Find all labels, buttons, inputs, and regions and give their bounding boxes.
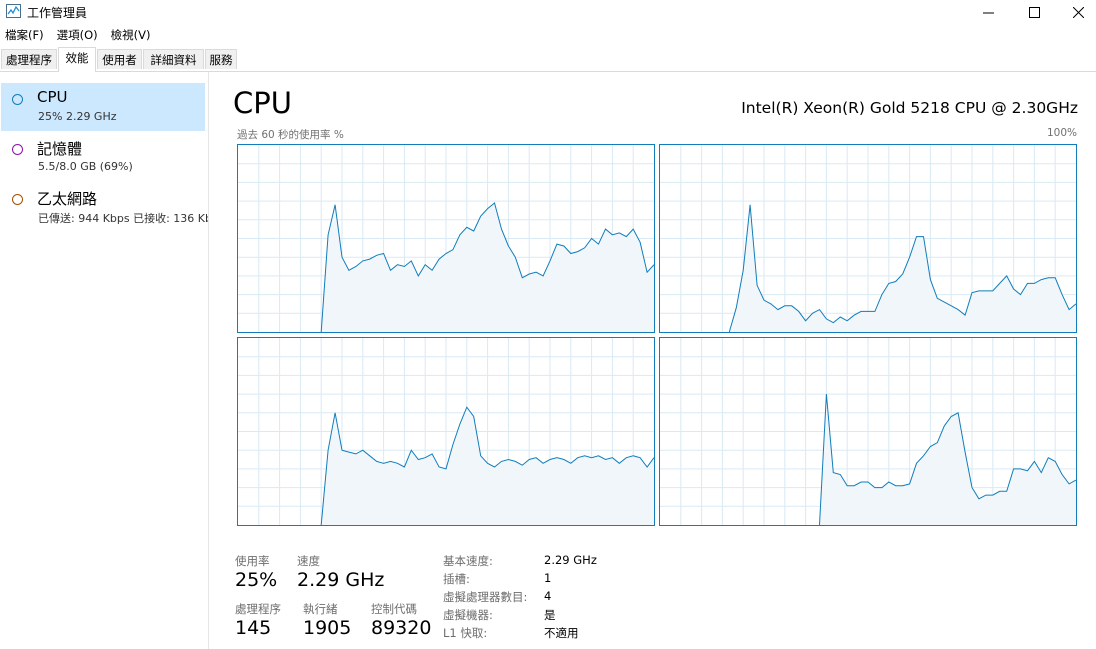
graph-caption: 過去 60 秒的使用率 % <box>237 129 344 141</box>
menu-file[interactable]: 檔案(F) <box>0 25 52 45</box>
menu-bar: 檔案(F) 選項(O) 檢視(V) <box>0 25 158 45</box>
sidebar-item-title: CPU <box>37 88 68 106</box>
info-value-virtual-processors: 4 <box>544 589 552 603</box>
cpu-graph-2 <box>237 337 655 526</box>
task-manager-icon <box>6 4 21 18</box>
sidebar-item-subtitle: 已傳送: 944 Kbps 已接收: 136 Kbps <box>38 212 208 225</box>
menu-view[interactable]: 檢視(V) <box>106 25 159 45</box>
info-value-base-speed: 2.29 GHz <box>544 553 597 567</box>
threads-value: 1905 <box>303 617 352 639</box>
info-label-l1-cache: L1 快取: <box>443 626 488 640</box>
tab-users[interactable]: 使用者 <box>97 49 142 69</box>
cpu-graph-3 <box>659 337 1077 526</box>
resource-sidebar: CPU 25% 2.29 GHz 記憶體 5.5/8.0 GB (69%) 乙太… <box>0 72 209 649</box>
sidebar-item-title: 乙太網路 <box>37 190 98 208</box>
tab-details[interactable]: 詳細資料 <box>143 49 204 69</box>
page-title: CPU <box>233 86 292 120</box>
cpu-usage-area <box>819 394 1076 525</box>
info-value-l1-cache: 不適用 <box>544 626 579 640</box>
tab-processes[interactable]: 處理程序 <box>1 49 57 69</box>
cpu-graph-0-svg <box>238 145 654 332</box>
ethernet-indicator-icon <box>12 194 23 205</box>
info-label-virtual-machine: 虛擬機器: <box>443 608 493 622</box>
info-value-sockets: 1 <box>544 571 552 585</box>
info-label-base-speed: 基本速度: <box>443 554 493 568</box>
maximize-button[interactable] <box>1012 0 1056 24</box>
maximize-icon <box>1028 6 1040 18</box>
cpu-graph-2-svg <box>238 338 654 525</box>
info-label-virtual-processors: 虛擬處理器數目: <box>443 590 528 604</box>
cpu-graph-3-svg <box>660 338 1076 525</box>
window-title: 工作管理員 <box>27 6 88 20</box>
sidebar-item-memory[interactable]: 記憶體 5.5/8.0 GB (69%) <box>1 133 205 181</box>
sidebar-item-cpu[interactable]: CPU 25% 2.29 GHz <box>1 83 205 131</box>
handles-value: 89320 <box>371 617 432 639</box>
sidebar-item-subtitle: 5.5/8.0 GB (69%) <box>38 160 133 173</box>
cpu-usage-area <box>729 204 1076 332</box>
tab-performance[interactable]: 效能 <box>58 47 96 72</box>
handles-label: 控制代碼 <box>371 602 417 616</box>
close-button[interactable] <box>1056 0 1096 24</box>
title-bar: 工作管理員 <box>0 0 1096 24</box>
info-value-virtual-machine: 是 <box>544 608 556 622</box>
sidebar-item-subtitle: 25% 2.29 GHz <box>38 110 117 123</box>
minimize-icon <box>982 12 994 13</box>
close-icon <box>1072 6 1084 18</box>
tab-services[interactable]: 服務 <box>205 49 237 69</box>
processes-label: 處理程序 <box>235 602 281 616</box>
threads-label: 執行緒 <box>303 602 338 616</box>
cpu-usage-area <box>321 203 654 332</box>
speed-label: 速度 <box>297 554 320 568</box>
cpu-indicator-icon <box>12 94 23 105</box>
processes-value: 145 <box>235 617 272 639</box>
cpu-graph-1 <box>659 144 1077 333</box>
memory-indicator-icon <box>12 144 23 155</box>
menu-options[interactable]: 選項(O) <box>52 25 106 45</box>
info-label-sockets: 插槽: <box>443 572 470 586</box>
tab-bar: 處理程序 效能 使用者 詳細資料 服務 <box>0 47 1096 72</box>
graph-max-label: 100% <box>1046 127 1077 139</box>
speed-value: 2.29 GHz <box>297 569 385 591</box>
sidebar-item-title: 記憶體 <box>37 140 83 158</box>
cpu-model-name: Intel(R) Xeon(R) Gold 5218 CPU @ 2.30GHz <box>741 99 1078 117</box>
minimize-button[interactable] <box>966 0 1010 24</box>
cpu-graph-0 <box>237 144 655 333</box>
utilization-value: 25% <box>235 569 278 591</box>
sidebar-item-ethernet[interactable]: 乙太網路 已傳送: 944 Kbps 已接收: 136 Kbps <box>1 183 208 231</box>
cpu-graph-1-svg <box>660 145 1076 332</box>
utilization-label: 使用率 <box>235 554 270 568</box>
